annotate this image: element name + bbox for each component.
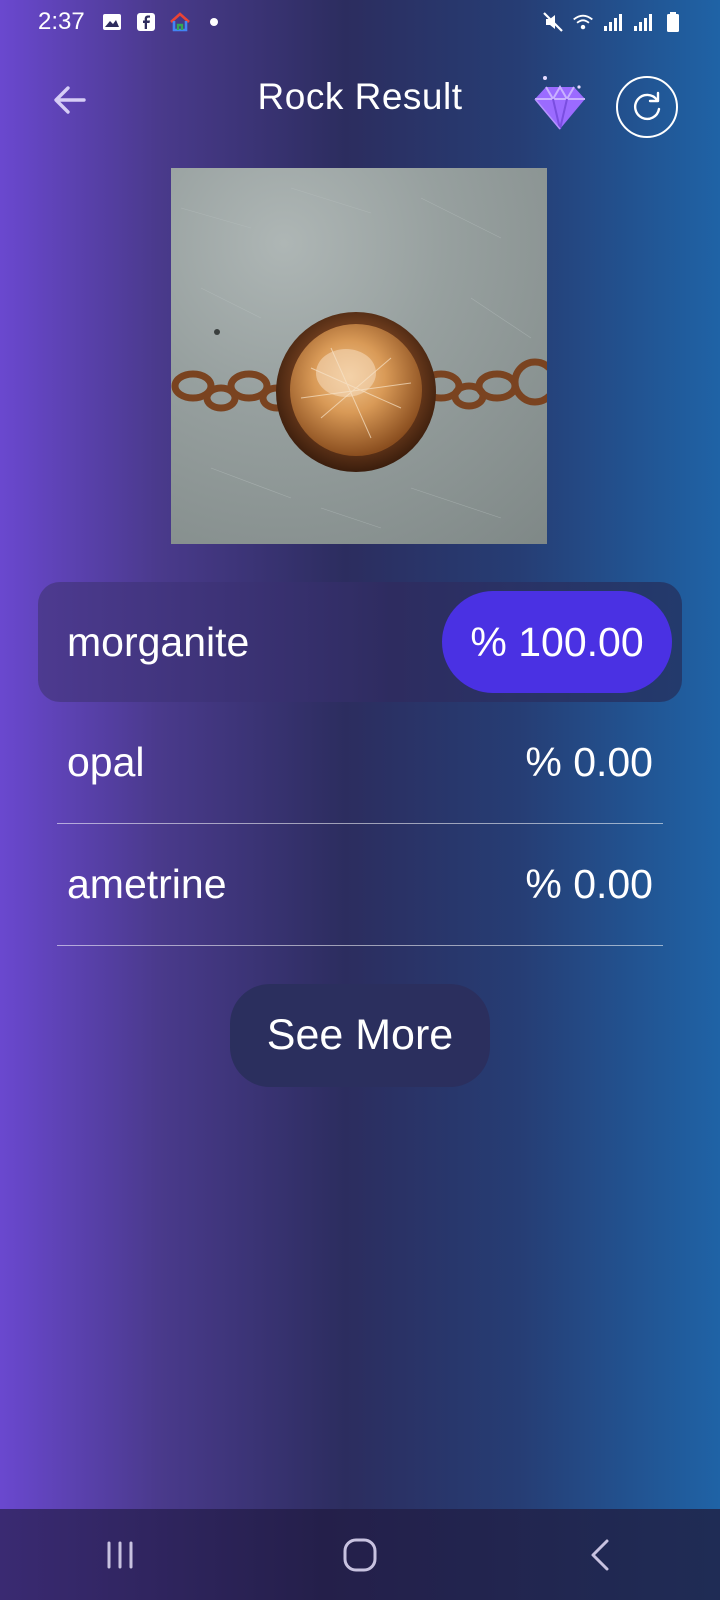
wifi-icon xyxy=(572,11,594,33)
facebook-icon xyxy=(135,11,157,33)
mute-icon xyxy=(542,11,564,33)
back-icon xyxy=(591,1539,609,1570)
result-row[interactable]: ametrine % 0.00 xyxy=(57,824,663,946)
dot-icon xyxy=(203,11,225,33)
recents-button[interactable] xyxy=(80,1525,160,1585)
header: Rock Result xyxy=(0,60,720,140)
result-name: morganite xyxy=(67,618,250,665)
recents-icon xyxy=(107,1541,133,1568)
navigation-bar xyxy=(0,1509,720,1600)
status-time: 2:37 xyxy=(38,8,85,35)
home-button[interactable] xyxy=(320,1525,400,1585)
back-nav-button[interactable] xyxy=(560,1525,640,1585)
result-value: % 0.00 xyxy=(525,739,653,785)
result-name: opal xyxy=(67,739,145,785)
top-result-row[interactable]: morganite % 100.00 xyxy=(38,582,682,702)
home-icon xyxy=(343,1538,377,1571)
rock-photo xyxy=(171,168,547,544)
confidence-badge: % 100.00 xyxy=(442,591,672,693)
result-value: % 0.00 xyxy=(525,861,653,907)
premium-gem-button[interactable] xyxy=(528,72,592,136)
page-title: Rock Result xyxy=(257,76,463,117)
see-more-button[interactable]: See More xyxy=(230,984,490,1087)
refresh-button[interactable] xyxy=(616,76,678,138)
status-right xyxy=(542,11,684,33)
diamond-icon xyxy=(534,76,585,130)
results-list: morganite % 100.00 opal % 0.00 ametrine … xyxy=(38,582,682,946)
result-name: ametrine xyxy=(67,861,227,907)
signal-icon xyxy=(632,11,654,33)
battery-icon xyxy=(662,11,684,33)
refresh-icon xyxy=(634,91,661,121)
result-row[interactable]: opal % 0.00 xyxy=(57,702,663,824)
google-home-icon xyxy=(169,11,191,33)
status-left: 2:37 xyxy=(38,8,225,36)
signal-icon xyxy=(602,11,624,33)
gallery-icon xyxy=(101,11,123,33)
status-bar: 2:37 xyxy=(0,0,720,44)
